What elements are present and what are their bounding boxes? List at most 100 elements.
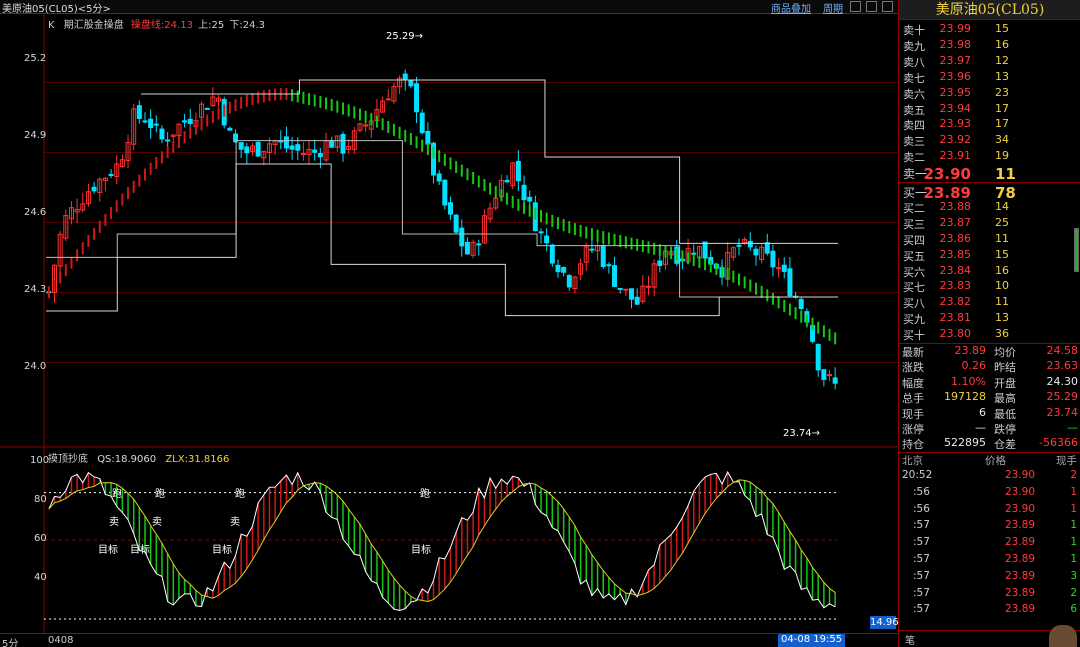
candle-body (623, 288, 629, 291)
ask-price: 23.91 (939, 149, 972, 163)
ask-row[interactable]: 卖七 23.96 13 (899, 70, 1080, 85)
tick-price: 23.90 (1004, 502, 1035, 515)
tick-row: :57 23.89 3 (899, 570, 1080, 587)
candle-body (515, 160, 521, 182)
ask-row[interactable]: 卖五 23.94 17 (899, 102, 1080, 117)
window-button-icon[interactable] (882, 1, 893, 12)
candle-body (300, 152, 306, 155)
upper-value: 上:25 (198, 20, 225, 31)
ask-row[interactable]: 卖四 23.93 17 (899, 117, 1080, 132)
candle-body (436, 173, 442, 182)
window-button-icon[interactable] (850, 1, 861, 12)
signal-pao: 跑 (235, 489, 245, 500)
signal-target: 目标 (212, 545, 232, 556)
ask-row[interactable]: 卖三 23.92 34 (899, 133, 1080, 148)
price-axis-label: 24.9 (24, 130, 47, 141)
bid-row[interactable]: 买七 23.83 10 (899, 279, 1080, 294)
bid-price: 23.83 (939, 279, 972, 293)
bid-label: 买十 (903, 329, 925, 343)
bid-row[interactable]: 买一 23.89 78 (899, 184, 1080, 202)
ask-label: 卖十 (903, 24, 925, 37)
stat-label: 均价 (994, 346, 1016, 359)
candle-body (566, 275, 572, 288)
bid-volume: 11 (995, 295, 1009, 309)
candle-body (747, 240, 753, 248)
candle-body (798, 298, 804, 310)
bid-row[interactable]: 买十 23.80 36 (899, 327, 1080, 342)
bid-row[interactable]: 买四 23.86 11 (899, 232, 1080, 247)
ask-row[interactable]: 卖二 23.91 19 (899, 149, 1080, 164)
tick-time: :57 (913, 553, 930, 565)
window-button-icon[interactable] (866, 1, 877, 12)
ask-row[interactable]: 卖一 23.90 11 (899, 165, 1080, 183)
indicator-name[interactable]: 期汇股金操盘 (64, 20, 124, 31)
tick-volume: 1 (1070, 536, 1077, 549)
ask-row[interactable]: 卖九 23.98 16 (899, 38, 1080, 53)
indicator-header: K 期汇股金操盘 操盘线:24.13 上:25 下:24.3 (48, 16, 265, 31)
bid-label: 买三 (903, 217, 925, 231)
candle-body (521, 184, 527, 201)
ask-label: 卖九 (903, 39, 925, 53)
ask-volume: 16 (995, 37, 1009, 51)
candle-body (544, 235, 550, 244)
signal-target: 目标 (130, 545, 150, 556)
bottom-time-bar: 5分 0408 04-08 19:55 (0, 633, 898, 647)
candle-body (142, 120, 148, 123)
sub-indicator-title[interactable]: 摸顶抄底 (48, 454, 88, 465)
stat-label: 涨停 (902, 423, 924, 436)
ask-volume: 13 (995, 69, 1009, 83)
bid-label: 买九 (903, 313, 925, 327)
candle-body (244, 146, 250, 154)
ask-price: 23.99 (939, 22, 972, 35)
stat-value: 1.10% (951, 374, 986, 388)
ask-row[interactable]: 卖六 23.95 23 (899, 86, 1080, 101)
tick-price: 23.89 (1004, 553, 1035, 565)
bid-row[interactable]: 买八 23.82 11 (899, 295, 1080, 310)
footer-tab[interactable]: 笔 (905, 632, 915, 647)
tick-volume: 1 (1070, 502, 1077, 515)
stat-label: 最新 (902, 346, 924, 359)
stat-label: 跌停 (994, 423, 1016, 436)
ask-row[interactable]: 卖八 23.97 12 (899, 54, 1080, 69)
bid-volume: 13 (995, 311, 1009, 325)
candle-body (165, 139, 171, 142)
ask-label: 卖二 (903, 151, 925, 165)
avatar[interactable] (1049, 625, 1077, 647)
tick-row: :56 23.90 1 (899, 503, 1080, 520)
bid-row[interactable]: 买九 23.81 13 (899, 311, 1080, 326)
band-lower (46, 163, 838, 317)
tick-price: 23.89 (1004, 519, 1035, 532)
candle-body (787, 268, 793, 297)
bid-volume: 36 (995, 327, 1009, 341)
ask-price: 23.92 (939, 133, 972, 147)
stat-label: 最高 (994, 392, 1016, 406)
bid-row[interactable]: 买三 23.87 25 (899, 216, 1080, 231)
operating-line-value: 操盘线:24.13 (130, 20, 193, 31)
signal-mai: 卖 (152, 517, 162, 528)
stat-value: — (975, 421, 986, 434)
bid-row[interactable]: 买二 23.88 14 (899, 200, 1080, 215)
ask-book: 卖十 23.99 15 卖九 23.98 16 卖八 23.97 12 卖七 23.96 13 卖六 23… (899, 22, 1080, 183)
stat-value: 522895 (944, 436, 986, 450)
period-label[interactable]: 5分 (2, 635, 18, 647)
tick-time: :56 (913, 502, 930, 515)
bid-price: 23.88 (939, 199, 972, 213)
candle-body (617, 287, 623, 290)
bid-row[interactable]: 买五 23.85 15 (899, 248, 1080, 263)
stat-value: 23.63 (1046, 359, 1079, 373)
bid-row[interactable]: 买六 23.84 16 (899, 264, 1080, 279)
scrollbar[interactable] (1074, 228, 1079, 272)
period-link[interactable]: 周期 (823, 0, 843, 15)
commodity-overlay-link[interactable]: 商品叠加 (771, 0, 811, 15)
indicator-prefix: K (48, 20, 55, 31)
stat-label: 涨跌 (902, 361, 924, 375)
bid-label: 买八 (903, 297, 925, 311)
candle-body (402, 73, 408, 81)
tick-row: :57 23.89 6 (899, 603, 1080, 620)
stat-value: — (1067, 421, 1078, 434)
candle-body (815, 343, 821, 371)
ask-row[interactable]: 卖十 23.99 15 (899, 22, 1080, 37)
candle-body (289, 145, 295, 150)
candle-body (464, 241, 470, 255)
candle-body (408, 79, 414, 87)
